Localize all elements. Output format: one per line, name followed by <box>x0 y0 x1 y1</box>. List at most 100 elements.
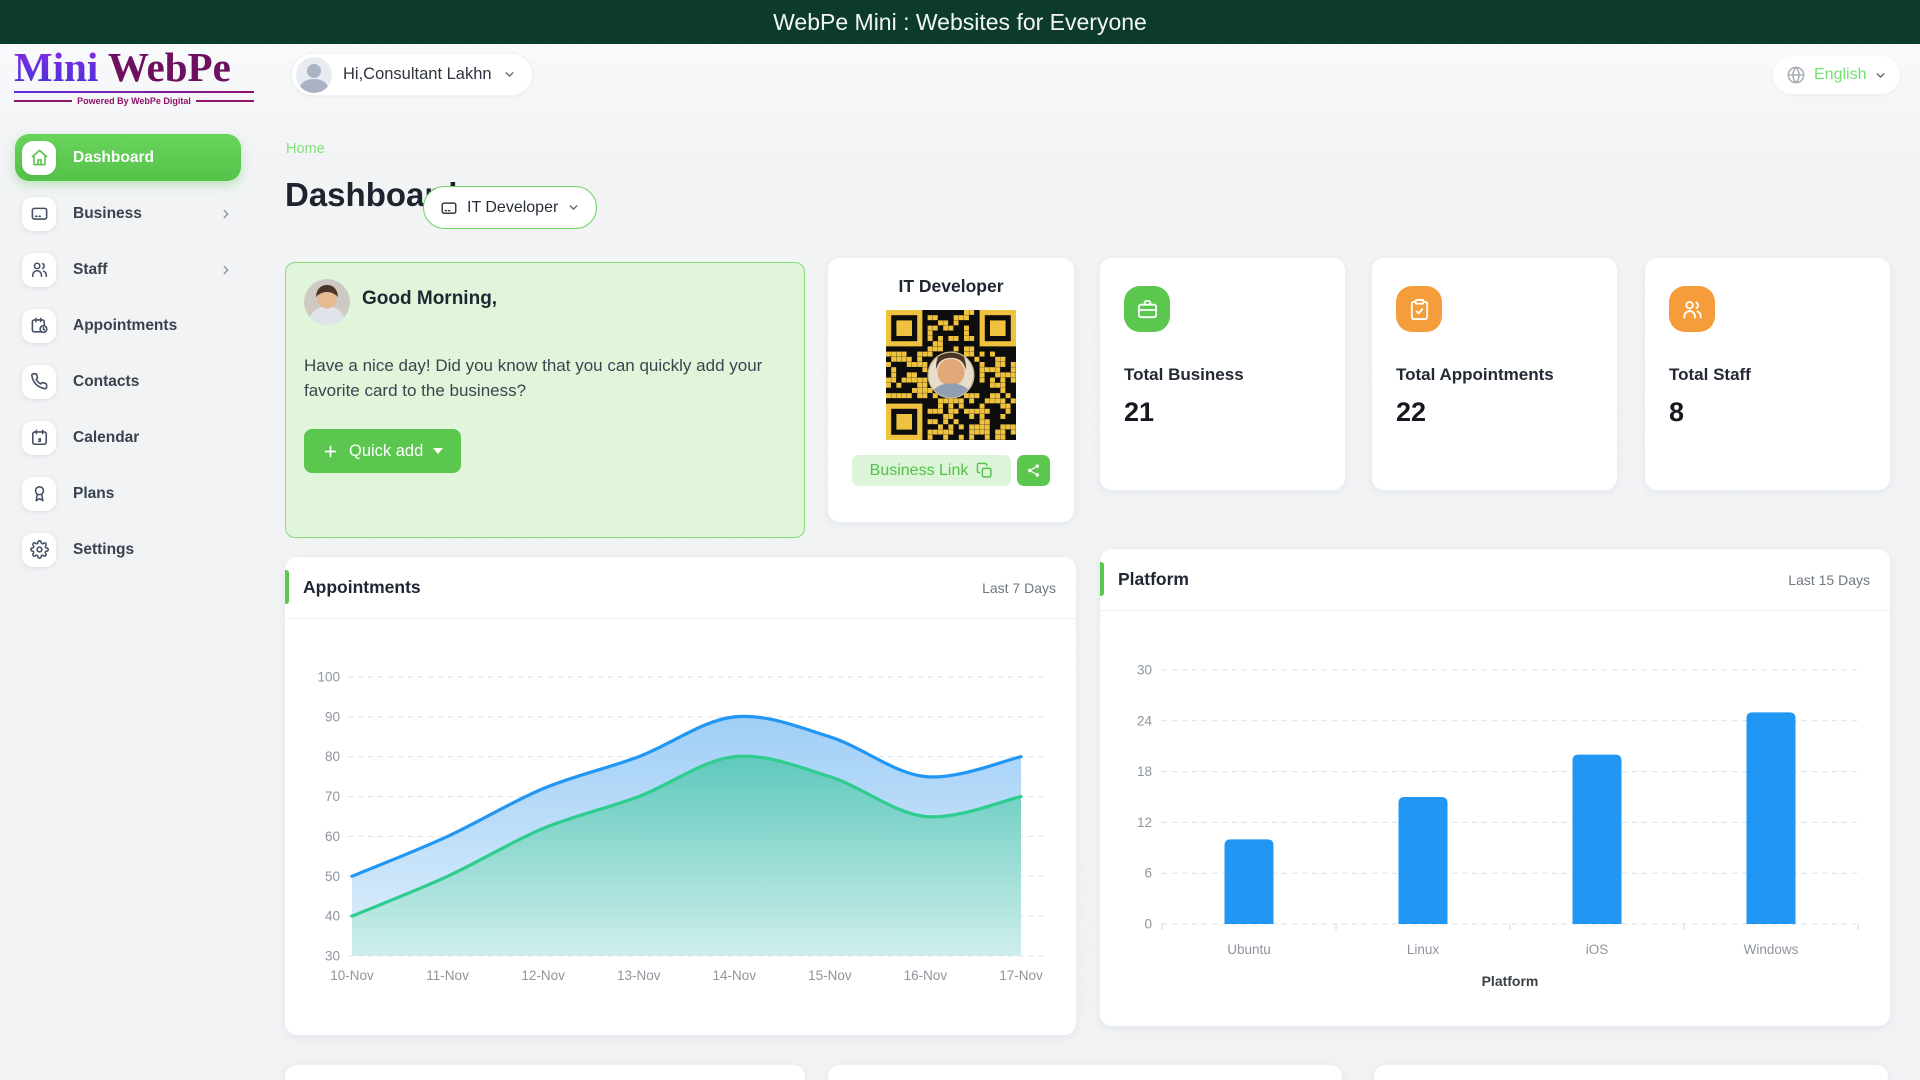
user-avatar <box>296 56 332 93</box>
share-button[interactable] <box>1017 455 1050 486</box>
svg-text:15-Nov: 15-Nov <box>808 968 852 983</box>
svg-text:0: 0 <box>1144 917 1152 932</box>
award-icon <box>22 476 56 511</box>
stat-value: 21 <box>1124 397 1155 427</box>
language-selector[interactable]: English <box>1773 56 1901 94</box>
globe-icon <box>1787 66 1805 84</box>
svg-text:50: 50 <box>325 869 340 884</box>
quick-add-label: Quick add <box>349 441 424 460</box>
sidebar-item-label: Contacts <box>73 372 140 390</box>
svg-text:24: 24 <box>1137 713 1153 728</box>
sidebar-item-label: Business <box>73 204 142 222</box>
stat-card-total-staff: Total Staff 8 <box>1645 258 1890 490</box>
sidebar-item-label: Staff <box>73 260 108 278</box>
svg-text:Platform: Platform <box>1482 973 1539 989</box>
clipboard-check-icon <box>1396 286 1442 332</box>
sidebar: Dashboard Business Staff Appointments Co… <box>15 134 241 582</box>
breadcrumb[interactable]: Home <box>286 141 325 157</box>
chart-title: Platform <box>1118 569 1189 589</box>
sidebar-item-label: Dashboard <box>73 148 154 166</box>
sidebar-item-dashboard[interactable]: Dashboard <box>15 134 241 181</box>
business-link-button[interactable]: Business Link <box>852 455 1011 486</box>
sidebar-item-contacts[interactable]: Contacts <box>15 358 241 405</box>
bottom-card-stub <box>1374 1065 1888 1080</box>
sidebar-item-plans[interactable]: Plans <box>15 470 241 517</box>
caret-down-icon <box>433 448 444 455</box>
svg-text:13-Nov: 13-Nov <box>617 968 661 983</box>
greeting-avatar <box>304 279 350 325</box>
logo-tagline: Powered By WebPe Digital <box>14 96 254 106</box>
business-selector-value: IT Developer <box>467 198 559 216</box>
greeting-message: Have a nice day! Did you know that you c… <box>304 356 763 401</box>
svg-text:16-Nov: 16-Nov <box>904 968 948 983</box>
user-greeting: Hi,Consultant Lakhn <box>343 65 492 83</box>
svg-text:iOS: iOS <box>1586 942 1609 957</box>
users-icon <box>1669 286 1715 332</box>
sidebar-item-calendar[interactable]: Calendar <box>15 414 241 461</box>
chevron-down-icon <box>505 72 513 77</box>
sidebar-item-label: Plans <box>73 484 115 502</box>
greeting-title: Good Morning, <box>362 288 498 309</box>
stat-card-total-business: Total Business 21 <box>1100 258 1345 490</box>
chevron-right-icon <box>223 209 229 218</box>
logo-wordmark: Mini WebPe <box>14 45 254 94</box>
business-link-card: IT Developer Business Link <box>828 258 1074 522</box>
business-name: IT Developer <box>898 276 1004 296</box>
copy-icon <box>977 462 992 478</box>
stat-value: 8 <box>1669 397 1685 427</box>
business-link-label: Business Link <box>869 461 969 479</box>
sidebar-item-business[interactable]: Business <box>15 190 241 237</box>
svg-text:10-Nov: 10-Nov <box>330 968 374 983</box>
app-logo[interactable]: Mini WebPe Powered By WebPe Digital <box>14 45 254 106</box>
svg-text:90: 90 <box>325 709 340 724</box>
stat-label: Total Business <box>1124 365 1244 384</box>
briefcase-icon <box>1124 286 1170 332</box>
svg-text:30: 30 <box>325 949 340 964</box>
stat-label: Total Appointments <box>1396 365 1554 384</box>
svg-text:80: 80 <box>325 749 340 764</box>
svg-text:12-Nov: 12-Nov <box>521 968 565 983</box>
svg-text:Windows: Windows <box>1744 942 1799 957</box>
accent-bar <box>285 570 289 604</box>
chevron-right-icon <box>223 265 229 274</box>
svg-text:11-Nov: 11-Nov <box>426 968 469 983</box>
stat-card-total-appointments: Total Appointments 22 <box>1372 258 1617 490</box>
svg-text:70: 70 <box>325 789 340 804</box>
sidebar-item-label: Calendar <box>73 428 140 446</box>
chevron-down-icon <box>1877 72 1885 78</box>
phone-icon <box>22 364 56 399</box>
chart-header: Appointments Last 7 Days <box>285 557 1076 619</box>
calendar-clock-icon <box>22 308 56 343</box>
user-menu[interactable]: Hi,Consultant Lakhn <box>291 53 533 96</box>
chart-period: Last 7 Days <box>982 579 1056 596</box>
svg-text:Linux: Linux <box>1407 942 1440 957</box>
language-label: English <box>1814 66 1867 83</box>
svg-text:18: 18 <box>1137 764 1152 779</box>
bottom-card-stub <box>828 1065 1342 1080</box>
users-icon <box>22 252 56 287</box>
site-banner-title: WebPe Mini : Websites for Everyone <box>773 8 1147 35</box>
svg-text:14-Nov: 14-Nov <box>713 968 757 983</box>
stat-value: 22 <box>1396 397 1427 427</box>
svg-text:17-Nov: 17-Nov <box>999 968 1043 983</box>
share-icon <box>1028 464 1039 477</box>
credit-card-icon <box>22 196 56 231</box>
quick-add-button[interactable]: Quick add <box>304 429 462 474</box>
business-selector-dropdown[interactable]: IT Developer <box>423 186 598 229</box>
sidebar-item-staff[interactable]: Staff <box>15 246 241 293</box>
svg-text:100: 100 <box>317 670 340 685</box>
svg-text:Ubuntu: Ubuntu <box>1227 942 1271 957</box>
gear-icon <box>22 532 56 567</box>
chart-period: Last 15 Days <box>1788 571 1870 588</box>
site-banner: WebPe Mini : Websites for Everyone <box>0 0 1920 44</box>
sidebar-item-settings[interactable]: Settings <box>15 526 241 573</box>
chevron-down-icon <box>569 205 578 210</box>
home-icon <box>22 140 56 175</box>
calendar-icon <box>22 420 56 455</box>
appointments-chart-card: Appointments Last 7 Days 30 40 50 60 70 80 90 1… <box>285 557 1076 1035</box>
plus-icon <box>324 445 337 458</box>
sidebar-item-label: Appointments <box>73 316 178 334</box>
sidebar-item-appointments[interactable]: Appointments <box>15 302 241 349</box>
platform-bar-chart: 0 6 12 18 24 30 Ubuntu Linux iOS Windows Platform <box>1137 663 1859 989</box>
business-qr-code <box>886 310 1016 440</box>
